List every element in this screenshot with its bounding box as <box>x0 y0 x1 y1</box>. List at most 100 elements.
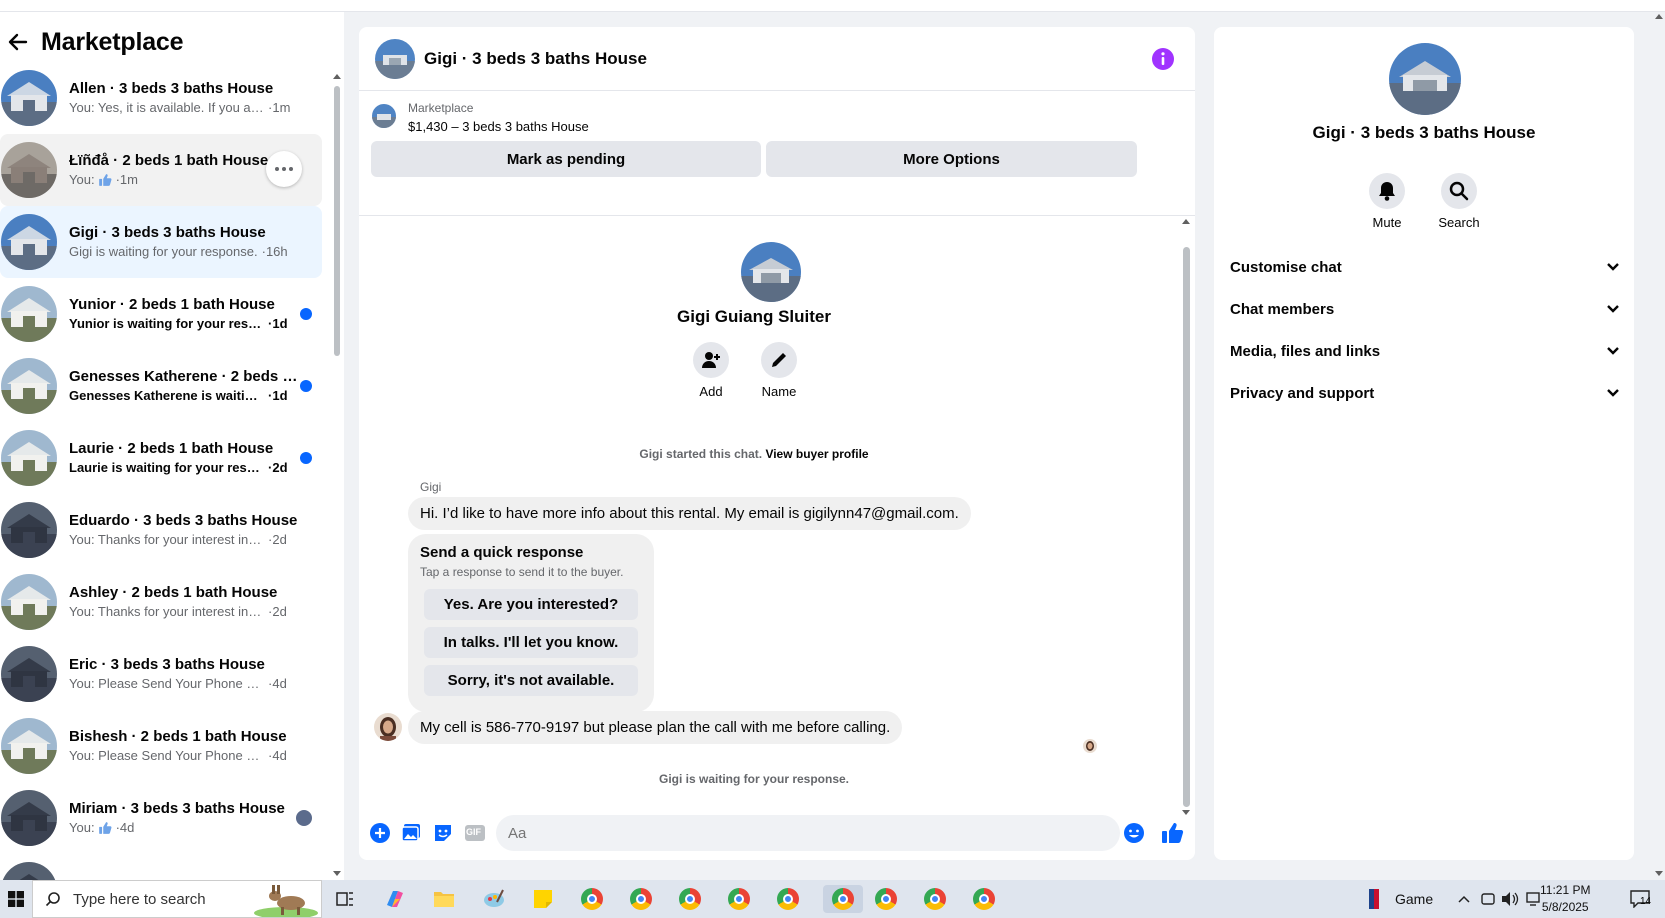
more-options-icon[interactable] <box>266 151 302 187</box>
conversation-item[interactable]: Eric · 3 beds 3 baths House You: Please S… <box>0 638 322 710</box>
conversation-item[interactable]: Bishesh · 2 beds 1 bath House You: Please… <box>0 710 322 782</box>
chat-members-section[interactable]: Chat members <box>1230 289 1620 329</box>
mark-pending-button[interactable]: Mark as pending <box>371 141 761 177</box>
conversation-item[interactable]: Łïñđå · 2 beds 1 bath House You: · 1m <box>0 134 322 206</box>
conversation-text: Allen · 3 beds 3 baths House You: Yes, it… <box>69 79 304 117</box>
copilot-icon[interactable] <box>381 885 409 913</box>
chat-pane: Gigi · 3 beds 3 baths House Marketplace … <box>359 27 1195 860</box>
chrome-profile-4-icon[interactable] <box>725 885 753 913</box>
paint-app-icon[interactable] <box>480 885 508 913</box>
chrome-profile-1-icon[interactable] <box>578 885 606 913</box>
photo-icon[interactable] <box>399 821 423 845</box>
sender-avatar[interactable] <box>374 713 402 741</box>
conversation-name: Miriam · 3 beds 3 baths House <box>69 800 285 817</box>
listing-thumbnail <box>1 70 57 126</box>
sidebar-scrollbar[interactable] <box>332 72 341 880</box>
chrome-profile-8-icon[interactable] <box>921 885 949 913</box>
chevron-down-icon <box>1607 347 1619 355</box>
listing-thumbnail <box>1 430 57 486</box>
section-label: Chat members <box>1230 300 1335 318</box>
nba-icon[interactable] <box>1360 885 1388 913</box>
conversation-item[interactable]: Ashley · 2 beds 1 bath House You: Thanks … <box>0 566 322 638</box>
listing-price-title[interactable]: $1,430 – 3 beds 3 baths House <box>408 119 589 134</box>
conversation-snippet: You: Thanks for your interest in the ... <box>69 532 264 547</box>
chevron-down-icon <box>1607 263 1619 271</box>
emoji-icon[interactable] <box>1122 821 1146 845</box>
system-clock[interactable]: 11:21 PM 5/8/2025 <box>1540 882 1590 916</box>
gif-icon[interactable]: GIF <box>463 821 487 845</box>
conversation-item[interactable]: Yunior · 2 beds 1 bath House Yunior is wa… <box>0 278 322 350</box>
conversation-preview: Yunior is waiting for your respo... · 1d <box>69 315 304 333</box>
taskbar-search-box[interactable]: Type here to search <box>32 880 322 918</box>
conversation-text: Miriam · 3 beds 3 baths House You: · 4d <box>69 799 304 837</box>
info-icon[interactable] <box>1151 47 1175 71</box>
conversation-time: 4d <box>119 820 135 835</box>
quick-response-not-available-button[interactable]: Sorry, it's not available. <box>424 665 638 696</box>
chat-scroll-thumb[interactable] <box>1183 247 1190 807</box>
chrome-profile-5-icon[interactable] <box>774 885 802 913</box>
windows-start-icon[interactable] <box>0 880 32 918</box>
edit-name-action[interactable]: Name <box>749 342 809 399</box>
conversation-snippet: You: Please Send Your Phone Num... <box>69 748 264 763</box>
thumbs-up-icon <box>98 822 112 834</box>
task-view-icon[interactable] <box>331 885 359 913</box>
notification-center-icon[interactable]: 14 <box>1622 885 1658 913</box>
view-buyer-profile-link[interactable]: View buyer profile <box>765 447 868 461</box>
chat-scrollbar[interactable] <box>1181 217 1191 817</box>
add-person-icon[interactable] <box>693 342 729 378</box>
more-options-button[interactable]: More Options <box>766 141 1137 177</box>
chat-header-avatar[interactable] <box>375 38 415 79</box>
conversation-item[interactable]: Gigi · 3 beds 3 baths House Gigi is waiti… <box>0 206 322 278</box>
chevron-down-icon <box>1607 389 1619 397</box>
listing-thumbnail <box>1 142 57 198</box>
message-input[interactable] <box>496 815 1120 851</box>
buyer-profile-avatar[interactable] <box>741 242 801 302</box>
conversation-snippet: You: Thanks for your interest in the ... <box>69 604 264 619</box>
back-arrow-icon[interactable] <box>1 25 35 59</box>
chrome-profile-3-icon[interactable] <box>676 885 704 913</box>
thumbs-up-icon[interactable] <box>1160 821 1184 845</box>
chrome-profile-9-icon[interactable] <box>970 885 998 913</box>
file-explorer-icon[interactable] <box>430 885 458 913</box>
chrome-active-window-icon[interactable] <box>823 885 863 913</box>
pencil-icon[interactable] <box>761 342 797 378</box>
conversation-name: Eric · 3 beds 3 baths House <box>69 656 265 673</box>
conversation-name: Bishesh · 2 beds 1 bath House <box>69 728 287 745</box>
mute-action[interactable]: Mute <box>1357 173 1417 230</box>
conversation-item[interactable]: Allen · 3 beds 3 baths House You: Yes, it… <box>0 62 322 134</box>
quick-response-yes-button[interactable]: Yes. Are you interested? <box>424 589 638 620</box>
search-action[interactable]: Search <box>1429 173 1489 230</box>
sidebar-scroll-thumb[interactable] <box>334 86 340 356</box>
conversation-text: Eduardo · 3 beds 3 baths House You: Thank… <box>69 511 304 549</box>
message-thread: Gigi Guiang Sluiter Add Name Gigi starte… <box>359 217 1195 813</box>
conversation-time: 4d <box>272 676 287 691</box>
conversation-item[interactable]: Laurie · 2 beds 1 bath House Laurie is wa… <box>0 422 322 494</box>
conversation-item[interactable]: Miriam · 3 beds 3 baths House You: · 4d <box>0 782 322 854</box>
conversation-item[interactable]: Eduardo · 3 beds 3 baths House You: Thank… <box>0 494 322 566</box>
chat-title[interactable]: Gigi · 3 beds 3 baths House <box>424 49 647 69</box>
chat-details-panel: Gigi · 3 beds 3 baths House Mute Search … <box>1214 27 1634 860</box>
sticky-notes-icon[interactable] <box>529 885 557 913</box>
quick-response-in-talks-button[interactable]: In talks. I'll let you know. <box>424 627 638 658</box>
add-people-action[interactable]: Add <box>681 342 741 399</box>
chrome-profile-2-icon[interactable] <box>627 885 655 913</box>
conversation-item[interactable]: Humberto · 3 beds 3 baths House <box>0 854 322 880</box>
conversation-preview: You: Yes, it is available. If you are in… <box>69 99 304 117</box>
conversation-snippet: You: Please Send Your Phone Num... <box>69 676 264 691</box>
chrome-profile-7-icon[interactable] <box>872 885 900 913</box>
media-files-links-section[interactable]: Media, files and links <box>1230 331 1620 371</box>
listing-thumbnail[interactable] <box>372 104 396 128</box>
search-icon[interactable] <box>1441 173 1477 209</box>
privacy-support-section[interactable]: Privacy and support <box>1230 373 1620 413</box>
game-widget-label[interactable]: Game <box>1395 891 1433 907</box>
conversation-item[interactable]: Genesses Katherene · 2 beds 1 ... Genesse… <box>0 350 322 422</box>
listing-thumbnail <box>1 358 57 414</box>
thumbs-up-icon <box>98 174 112 186</box>
details-avatar[interactable] <box>1389 43 1461 115</box>
customise-chat-section[interactable]: Customise chat <box>1230 247 1620 287</box>
bell-icon[interactable] <box>1369 173 1405 209</box>
quick-response-title: Send a quick response <box>420 544 584 561</box>
sticker-icon[interactable] <box>431 821 455 845</box>
page-scrollbar[interactable] <box>1653 12 1665 880</box>
plus-circle-icon[interactable] <box>368 821 392 845</box>
